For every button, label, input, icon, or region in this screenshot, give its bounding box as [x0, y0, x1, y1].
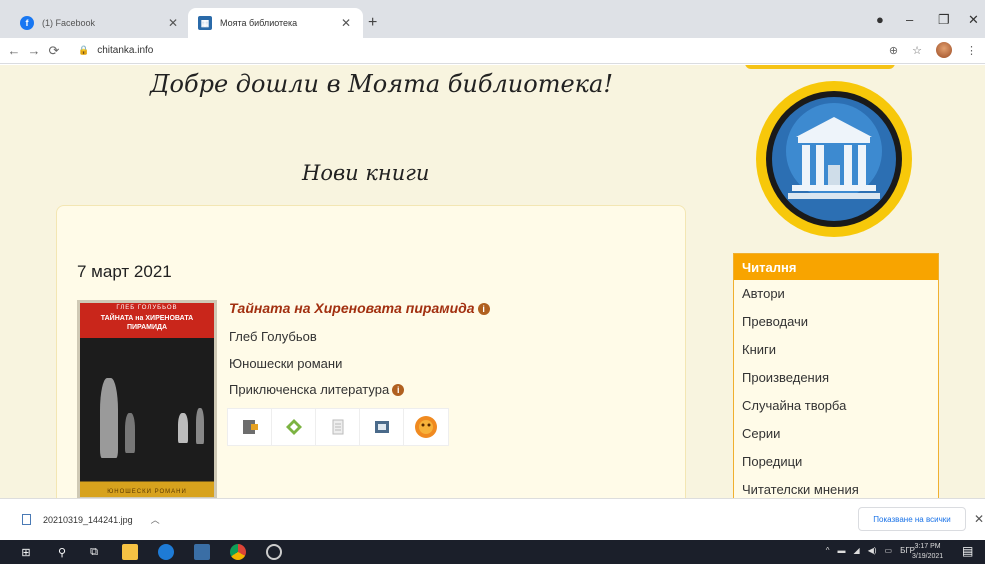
account-icon[interactable]: ● — [876, 12, 884, 27]
new-books-card: 7 март 2021 ГЛЕБ ГОЛУБЬОВ ТАЙНАТА на ХИР… — [56, 205, 686, 498]
chrome-icon[interactable] — [230, 544, 246, 560]
system-tray: ^ ▬ ◢ ◀) ▭ БГР — [826, 546, 915, 555]
url-text: chitanka.info — [97, 45, 154, 56]
app-icon[interactable] — [266, 544, 282, 560]
cover-author: ГЛЕБ ГОЛУБЬОВ — [116, 305, 178, 311]
tab-library[interactable]: ▦ Моята библиотека ✕ — [188, 8, 363, 38]
lock-icon: 🔒 — [78, 45, 90, 55]
zoom-icon[interactable]: ⊕ — [889, 44, 898, 57]
date-heading: 7 март 2021 — [77, 262, 172, 281]
browser-toolbar: ← → ⟳ 🔒 chitanka.info ⊕ ☆ ⋮ — [0, 38, 985, 64]
chevron-up-icon[interactable]: ︿ — [151, 513, 160, 526]
tab-facebook[interactable]: f (1) Facebook ✕ — [10, 8, 190, 38]
welcome-heading: Добре дошли в Моята библиотека! — [150, 70, 613, 98]
search-icon[interactable]: ⚲ — [54, 544, 70, 560]
book-cover[interactable]: ГЛЕБ ГОЛУБЬОВ ТАЙНАТА на ХИРЕНОВАТА ПИРА… — [77, 300, 217, 498]
sun-icon[interactable] — [404, 409, 448, 445]
category-link[interactable]: Приключенска литература i — [229, 382, 405, 397]
fb2-icon[interactable] — [228, 409, 272, 445]
minimize-icon[interactable]: – — [906, 12, 913, 27]
logo-top-bar — [745, 65, 895, 69]
cover-figure — [125, 413, 135, 453]
reload-icon[interactable]: ⟳ — [44, 43, 64, 59]
info-icon[interactable]: i — [392, 384, 405, 396]
library-logo[interactable] — [754, 79, 914, 239]
epub-icon[interactable] — [272, 409, 316, 445]
restore-icon[interactable]: ❐ — [938, 12, 950, 28]
network-icon[interactable]: ▬ — [838, 546, 846, 555]
notifications-icon[interactable]: ▤ — [962, 544, 973, 558]
menu-heading[interactable]: Читалня — [734, 254, 938, 280]
info-icon[interactable]: i — [477, 303, 490, 315]
chevron-up-icon[interactable]: ^ — [826, 546, 830, 555]
genre-link[interactable]: Юношески романи — [229, 356, 342, 371]
task-view-icon[interactable]: ⧉ — [86, 544, 102, 560]
menu-dots-icon[interactable]: ⋮ — [966, 44, 977, 57]
close-download-bar-icon[interactable]: ✕ — [974, 512, 984, 526]
tab-strip: f (1) Facebook ✕ ▦ Моята библиотека ✕ + … — [0, 0, 985, 38]
library-icon: ▦ — [198, 16, 212, 30]
image-file-icon — [22, 514, 31, 525]
cover-figure — [196, 408, 204, 444]
reading-room-menu: Читалня Автори Преводачи Книги Произведе… — [733, 253, 939, 498]
address-bar[interactable]: 🔒 chitanka.info — [78, 45, 153, 56]
txt-icon[interactable] — [316, 409, 360, 445]
download-item[interactable]: 20210319_144241.jpg ︿ — [22, 513, 160, 526]
cover-series: ЮНОШЕСКИ РОМАНИ — [107, 489, 187, 495]
forward-icon[interactable]: → — [24, 43, 44, 58]
menu-item-reviews[interactable]: Читателски мнения — [734, 476, 938, 498]
back-icon[interactable]: ← — [4, 43, 24, 58]
facebook-icon: f — [20, 16, 34, 30]
photos-icon[interactable] — [194, 544, 210, 560]
tab-title: Моята библиотека — [220, 18, 298, 28]
download-filename: 20210319_144241.jpg — [43, 514, 133, 525]
cover-figure — [178, 413, 188, 443]
close-tab-icon[interactable]: ✕ — [166, 16, 180, 30]
clock[interactable]: 3:17 PM 3/19/2021 — [912, 542, 943, 562]
wifi-icon[interactable]: ◢ — [854, 546, 860, 555]
close-tab-icon[interactable]: ✕ — [339, 16, 353, 30]
book-title-link[interactable]: Тайната на Хиреновата пирамида i — [229, 300, 490, 316]
menu-item-authors[interactable]: Автори — [734, 280, 938, 308]
edge-icon[interactable] — [158, 544, 174, 560]
windows-start-icon[interactable]: ⊞ — [18, 544, 34, 560]
author-link[interactable]: Глеб Голубьов — [229, 329, 317, 344]
sfb-icon[interactable] — [360, 409, 404, 445]
file-explorer-icon[interactable] — [122, 544, 138, 560]
tab-title: (1) Facebook — [42, 18, 96, 28]
menu-item-random[interactable]: Случайна творба — [734, 392, 938, 420]
menu-item-works[interactable]: Произведения — [734, 364, 938, 392]
menu-item-translators[interactable]: Преводачи — [734, 308, 938, 336]
taskbar: ⊞ ⚲ ⧉ ^ ▬ ◢ ◀) ▭ БГР 3:17 PM 3/19/2021 ▤ — [0, 540, 985, 564]
clock-date: 3/19/2021 — [912, 553, 944, 560]
menu-item-books[interactable]: Книги — [734, 336, 938, 364]
page-content: Добре дошли в Моята библиотека! Нови кни… — [0, 65, 985, 498]
menu-item-series[interactable]: Серии — [734, 420, 938, 448]
star-icon[interactable]: ☆ — [912, 44, 922, 57]
new-books-heading: Нови книги — [302, 161, 430, 185]
new-tab-icon[interactable]: + — [368, 14, 377, 32]
menu-item-sequences[interactable]: Поредици — [734, 448, 938, 476]
download-bar: 20210319_144241.jpg ︿ Показване на всичк… — [0, 498, 985, 540]
show-all-button[interactable]: Показване на всички — [858, 507, 966, 531]
cover-figure — [100, 378, 118, 458]
clock-time: 3:17 PM — [914, 543, 941, 550]
keyboard-icon[interactable]: ▭ — [885, 546, 893, 555]
close-window-icon[interactable]: ✕ — [968, 12, 979, 28]
volume-icon[interactable]: ◀) — [868, 546, 877, 555]
cover-title: ТАЙНАТА на ХИРЕНОВАТА ПИРАМИДА — [100, 315, 194, 331]
download-formats — [227, 408, 449, 446]
profile-avatar-icon[interactable] — [936, 42, 952, 58]
